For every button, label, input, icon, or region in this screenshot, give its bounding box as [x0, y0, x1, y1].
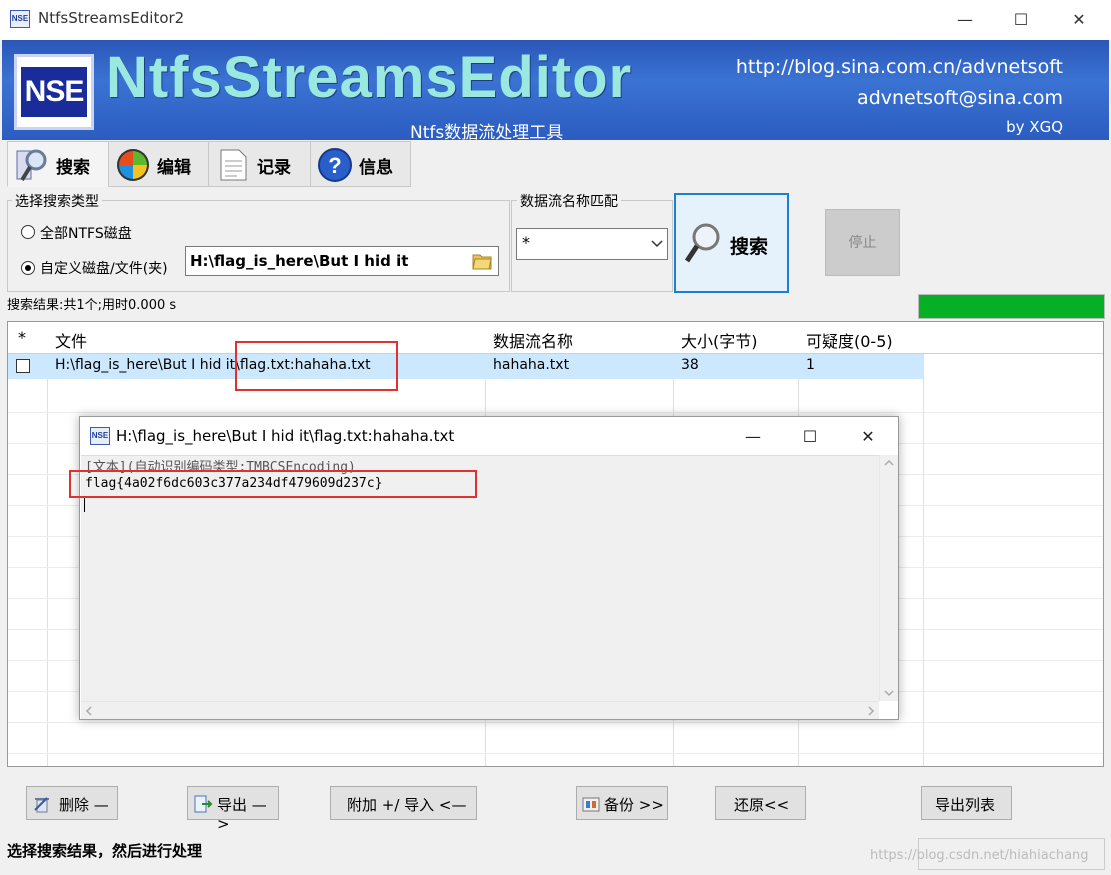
- export-button[interactable]: 导出 —>: [187, 786, 279, 833]
- tab-search[interactable]: 搜索: [7, 141, 109, 187]
- tab-info[interactable]: ? 信息: [310, 141, 411, 187]
- blog-url-link[interactable]: http://blog.sina.com.cn/advnetsoft: [736, 56, 1063, 78]
- app-icon: NSE: [90, 427, 110, 445]
- highlight-box-flag: [69, 470, 477, 498]
- restore-button[interactable]: 还原<<: [715, 786, 806, 820]
- chevron-down-icon[interactable]: [884, 689, 894, 697]
- author-label: by XGQ: [1006, 118, 1063, 136]
- chevron-right-icon[interactable]: [867, 706, 875, 716]
- header-size[interactable]: 大小(字节): [681, 328, 758, 352]
- radio-all-ntfs[interactable]: [21, 225, 35, 239]
- header-select[interactable]: *: [18, 328, 26, 347]
- chevron-up-icon[interactable]: [884, 459, 894, 467]
- restore-button-label: 还原<<: [734, 796, 790, 814]
- windows-logo-icon: [117, 149, 149, 181]
- nse-logo: NSE: [14, 54, 94, 130]
- backup-button[interactable]: 备份 >>: [576, 786, 668, 820]
- delete-button-label: 删除 —: [59, 796, 109, 814]
- title-bar: NSE NtfsStreamsEditor2 — ☐ ✕: [0, 0, 1111, 40]
- brand-subtitle: Ntfs数据流处理工具: [410, 123, 564, 143]
- stop-button[interactable]: 停止: [825, 209, 900, 276]
- export-button-label: 导出 —>: [217, 796, 267, 833]
- backup-button-label: 备份 >>: [604, 796, 664, 814]
- help-question-icon: ?: [318, 148, 352, 182]
- row-size: 38: [681, 357, 699, 373]
- maximize-button[interactable]: ☐: [994, 0, 1048, 40]
- grid-line: [8, 412, 1103, 413]
- row-suspicion: 1: [806, 357, 815, 373]
- tab-edit-label: 编辑: [157, 158, 191, 178]
- chevron-down-icon: [651, 240, 663, 248]
- header-suspicion[interactable]: 可疑度(0-5): [806, 328, 893, 352]
- export-list-button[interactable]: 导出列表: [921, 786, 1012, 820]
- document-icon: [220, 149, 247, 181]
- radio-all-ntfs-label: 全部NTFS磁盘: [40, 226, 132, 242]
- tab-search-label: 搜索: [56, 158, 90, 178]
- dialog-title: H:\flag_is_here\But I hid it\flag.txt:ha…: [116, 427, 455, 445]
- path-input[interactable]: H:\flag_is_here\But I hid it: [185, 246, 499, 276]
- path-input-value: H:\flag_is_here\But I hid it: [190, 252, 409, 270]
- grid-header: * 文件 数据流名称 大小(字节) 可疑度(0-5): [8, 322, 1103, 354]
- attach-import-button[interactable]: 附加 +/ 导入 <—: [330, 786, 477, 820]
- backup-icon: [582, 797, 600, 812]
- brand-title: NtfsStreamsEditor: [106, 45, 633, 110]
- result-summary: 搜索结果:共1个;用时0.000 s: [7, 298, 177, 313]
- dialog-maximize-button[interactable]: ☐: [785, 421, 835, 453]
- app-icon: NSE: [10, 10, 30, 28]
- header-banner: NSE NtfsStreamsEditor Ntfs数据流处理工具 http:/…: [2, 40, 1109, 143]
- tab-info-label: 信息: [359, 158, 393, 178]
- name-match-label: 数据流名称匹配: [517, 191, 621, 211]
- dialog-close-button[interactable]: ✕: [843, 421, 893, 453]
- magnifier-icon: [684, 223, 720, 263]
- status-message: 选择搜索结果，然后进行处理: [7, 842, 203, 860]
- row-stream: hahaha.txt: [493, 357, 570, 373]
- attach-import-button-label: 附加 +/ 导入 <—: [347, 796, 467, 814]
- header-file[interactable]: 文件: [55, 328, 87, 352]
- radio-custom-path-label: 自定义磁盘/文件(夹): [40, 261, 168, 277]
- dialog-minimize-button[interactable]: —: [728, 421, 778, 453]
- text-cursor: [84, 496, 85, 512]
- stream-viewer-dialog: NSE H:\flag_is_here\But I hid it\flag.tx…: [79, 416, 899, 720]
- search-button[interactable]: 搜索: [674, 193, 789, 293]
- name-match-select[interactable]: *: [516, 228, 668, 260]
- minimize-button[interactable]: —: [938, 0, 992, 40]
- window-title: NtfsStreamsEditor2: [38, 9, 185, 27]
- chevron-left-icon[interactable]: [85, 706, 93, 716]
- tab-edit[interactable]: 编辑: [108, 141, 209, 187]
- row-checkbox[interactable]: [16, 359, 30, 373]
- folder-browse-icon[interactable]: [471, 250, 493, 272]
- tab-log[interactable]: 记录: [208, 141, 311, 187]
- search-progress-bar: [918, 294, 1105, 319]
- grid-line: [8, 753, 1103, 754]
- email-link[interactable]: advnetsoft@sina.com: [857, 87, 1063, 109]
- vertical-scrollbar[interactable]: [879, 455, 898, 701]
- table-row[interactable]: H:\flag_is_here\But I hid it\flag.txt:ha…: [8, 354, 923, 379]
- export-list-button-label: 导出列表: [935, 796, 996, 814]
- magnifier-icon: [16, 149, 47, 182]
- svg-text:?: ?: [328, 153, 341, 178]
- close-button[interactable]: ✕: [1052, 0, 1106, 40]
- tab-log-label: 记录: [257, 158, 291, 178]
- grid-col-check: [8, 322, 48, 766]
- search-type-group-label: 选择搜索类型: [12, 191, 102, 211]
- radio-custom-path[interactable]: [21, 261, 35, 275]
- search-button-label: 搜索: [730, 236, 769, 258]
- highlight-box-filename: [235, 341, 398, 391]
- header-stream-name[interactable]: 数据流名称: [493, 328, 573, 352]
- grid-line: [8, 722, 1103, 723]
- horizontal-scrollbar[interactable]: [81, 701, 879, 719]
- delete-icon: [34, 797, 49, 813]
- delete-button[interactable]: 删除 —: [26, 786, 118, 820]
- export-icon: [194, 795, 213, 813]
- watermark-text: https://blog.csdn.net/hiahiachang: [870, 848, 1089, 863]
- name-match-value: *: [522, 233, 530, 252]
